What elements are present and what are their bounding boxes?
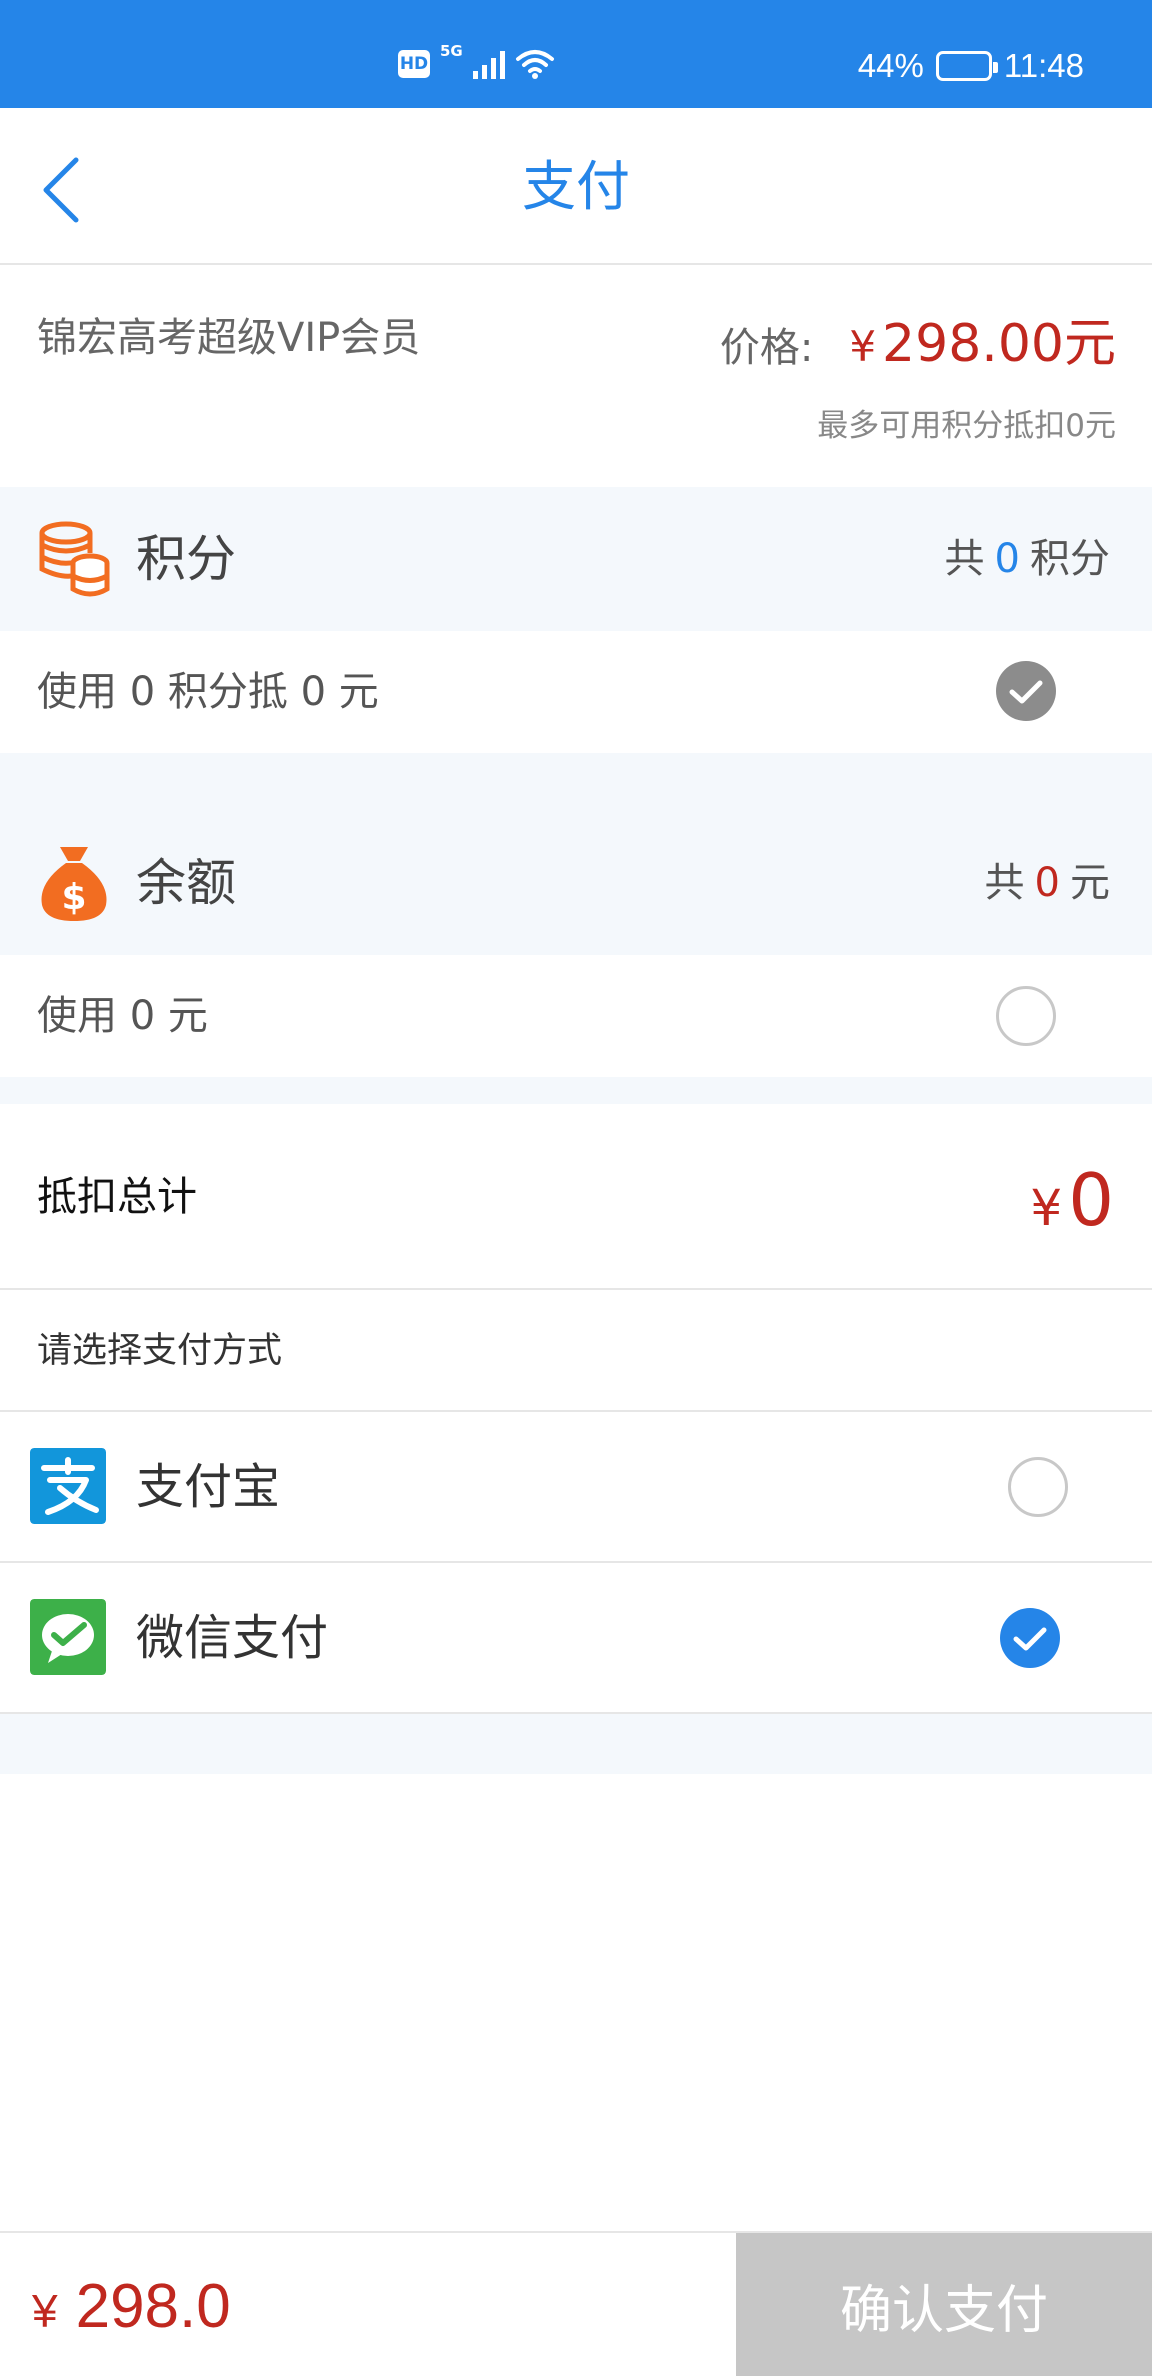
balance-header: $ 余额 共0元 (0, 811, 1152, 955)
price-label: 价格: (719, 325, 814, 371)
points-note: 最多可用积分抵扣0元 (817, 408, 1116, 444)
points-label: 积分 (136, 530, 236, 588)
check-icon (1013, 1627, 1047, 1651)
points-use-text: 使用 0 积分抵 0 元 (37, 669, 379, 715)
chevron-left-icon (43, 157, 79, 223)
price-currency: ¥ (849, 322, 877, 371)
wifi-icon (515, 50, 554, 79)
nav-bar: 支付 (0, 108, 1152, 265)
bottom-bar: ¥298.0 确认支付 (0, 2231, 1152, 2376)
alipay-radio[interactable] (1008, 1457, 1068, 1517)
battery-percent: 44% (857, 47, 924, 84)
footer-total-value: 298.0 (75, 2272, 231, 2341)
deduction-label: 抵扣总计 (37, 1174, 197, 1220)
product-name: 锦宏高考超级VIP会员 (37, 315, 421, 361)
payment-option-wechat[interactable]: 微信支付 (0, 1563, 1152, 1714)
balance-use-text: 使用 0 元 (37, 993, 208, 1039)
points-total: 共 0 积分 (945, 487, 1110, 631)
deduction-value: 0 (1068, 1158, 1114, 1242)
back-button[interactable] (36, 154, 96, 226)
status-right: 44% 11:48 (858, 46, 1084, 86)
footer-currency: ¥ (32, 2285, 58, 2337)
alipay-label: 支付宝 (136, 1459, 281, 1515)
balance-label: 余额 (136, 854, 236, 912)
product-price: 价格: ¥298.00元 (720, 301, 1116, 376)
points-total-suffix: 积分 (1030, 536, 1110, 582)
balance-total-suffix: 元 (1070, 860, 1110, 906)
balance-total: 共0元 (985, 811, 1110, 955)
product-info: 锦宏高考超级VIP会员 价格: ¥298.00元 最多可用积分抵扣0元 (0, 265, 1152, 487)
clock: 11:48 (1003, 47, 1084, 84)
wechat-pay-icon (30, 1599, 106, 1675)
confirm-pay-button[interactable]: 确认支付 (736, 2233, 1152, 2376)
points-total-prefix: 共 (944, 536, 985, 582)
payment-option-alipay[interactable]: 支付宝 (0, 1412, 1152, 1563)
balance-total-value: 0 (1034, 860, 1060, 906)
check-icon (1009, 680, 1043, 704)
points-total-value: 0 (994, 536, 1020, 582)
deduction-total-row: 抵扣总计 ¥0 (0, 1104, 1152, 1290)
balance-use-row[interactable]: 使用 0 元 (0, 955, 1152, 1077)
payment-method-title: 请选择支付方式 (0, 1290, 1152, 1412)
signal-icon (472, 49, 505, 79)
footer-total: ¥298.0 (32, 2271, 231, 2342)
wechat-pay-radio[interactable] (1000, 1608, 1060, 1668)
page-title: 支付 (522, 155, 630, 218)
section-divider (0, 1714, 1152, 1774)
battery-icon (935, 51, 998, 81)
wechat-pay-label: 微信支付 (136, 1610, 329, 1666)
hd-icon: HD (398, 50, 430, 78)
payment-method-title-text: 请选择支付方式 (37, 1331, 283, 1371)
section-divider (0, 753, 1152, 811)
status-icons: HD 5G (398, 42, 555, 82)
money-bag-icon: $ (41, 847, 107, 921)
points-checkbox[interactable] (996, 661, 1056, 721)
svg-text:$: $ (61, 877, 86, 918)
deduction-amount: ¥0 (1030, 1158, 1114, 1242)
balance-checkbox[interactable] (996, 986, 1056, 1046)
section-divider (0, 1077, 1152, 1104)
price-value: 298.00元 (882, 314, 1116, 374)
balance-total-prefix: 共 (984, 860, 1025, 906)
coins-icon (39, 521, 110, 597)
alipay-icon (30, 1448, 106, 1524)
network-type: 5G (440, 42, 463, 60)
status-bar: HD 5G 44% 11:48 (0, 0, 1152, 108)
price-amount: ¥298.00元 (849, 301, 1116, 376)
points-use-row[interactable]: 使用 0 积分抵 0 元 (0, 631, 1152, 753)
deduction-currency: ¥ (1030, 1179, 1063, 1237)
points-header: 积分 共 0 积分 (0, 487, 1152, 631)
